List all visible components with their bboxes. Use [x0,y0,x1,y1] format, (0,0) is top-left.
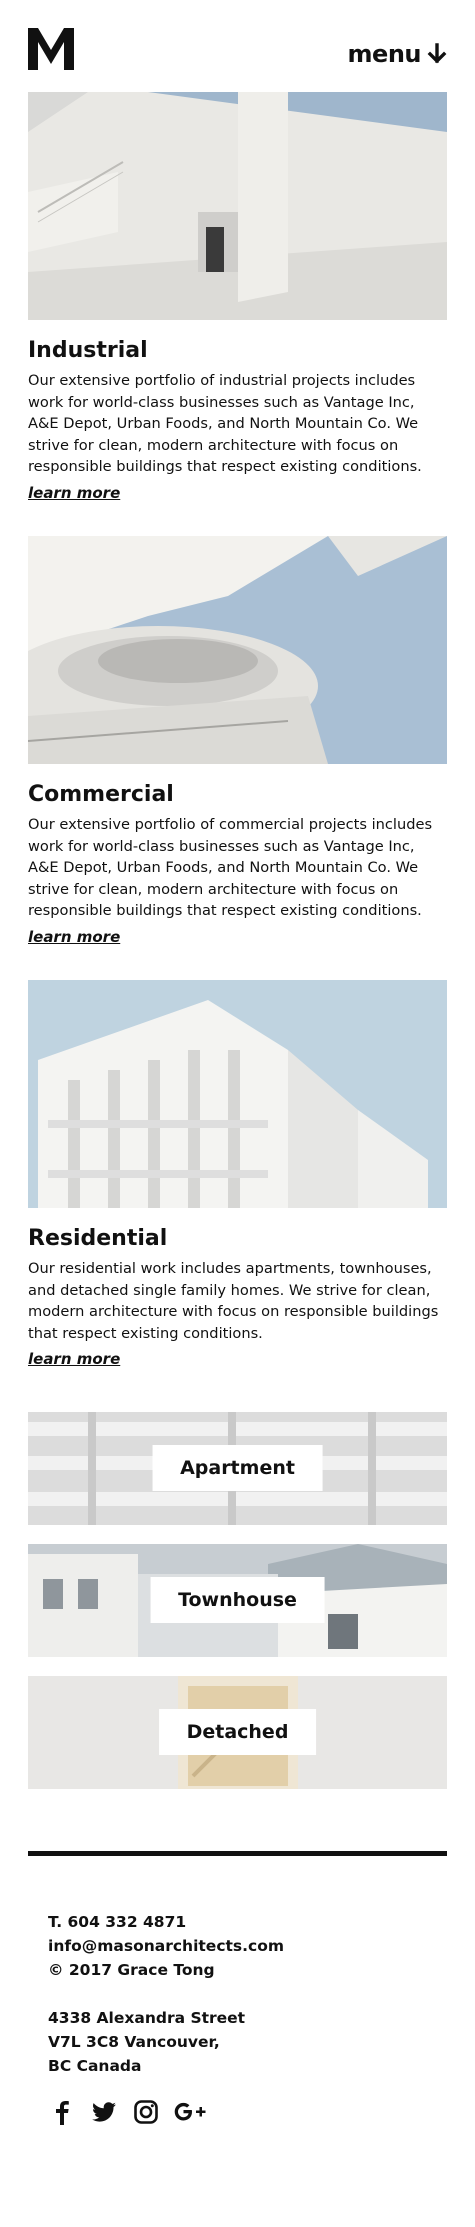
footer-phone[interactable]: T. 604 332 4871 [48,1910,428,1934]
twitter-icon[interactable] [90,2098,118,2126]
commercial-photo [28,536,447,764]
arrow-down-icon [427,43,447,64]
learn-more-link[interactable]: learn more [28,928,120,946]
footer-address-line: BC Canada [48,2057,142,2075]
project-title: Industrial [28,338,148,363]
learn-more-link[interactable]: learn more [28,1350,120,1368]
footer-address-line: 4338 Alexandra Street [48,2009,246,2027]
google-plus-icon[interactable] [174,2098,210,2126]
footer-email[interactable]: info@masonarchitects.com [48,1934,428,1958]
instagram-icon[interactable] [132,2098,160,2126]
residential-photo [28,980,447,1208]
project-residential: Residential Our residential work include… [28,980,447,1368]
project-description: Our extensive portfolio of industrial pr… [28,372,422,475]
project-title: Residential [28,1226,168,1251]
category-tile-detached[interactable]: Detached [28,1676,447,1789]
mason-logo-icon[interactable] [28,28,74,70]
facebook-icon[interactable] [48,2098,76,2126]
project-industrial: Industrial Our extensive portfolio of in… [28,92,447,502]
footer-address-line: V7L 3C8 Vancouver, [48,2033,220,2051]
footer-copyright: © 2017 Grace Tong [48,1961,215,1979]
social-links [48,2098,210,2126]
category-label: Detached [158,1709,317,1755]
category-tile-apartment[interactable]: Apartment [28,1412,447,1525]
category-tile-townhouse[interactable]: Townhouse [28,1544,447,1657]
industrial-photo [28,92,447,320]
project-description: Our extensive portfolio of commercial pr… [28,816,433,919]
project-commercial: Commercial Our extensive portfolio of co… [28,536,447,946]
site-header: menu [28,28,447,70]
menu-button[interactable]: menu [348,40,447,68]
project-title: Commercial [28,782,174,807]
category-label: Apartment [152,1445,323,1491]
footer-divider [28,1851,447,1856]
category-label: Townhouse [150,1577,325,1623]
learn-more-link[interactable]: learn more [28,484,120,502]
menu-label: menu [347,40,422,68]
project-description: Our residential work includes apartments… [28,1260,439,1342]
site-footer: T. 604 332 4871 info@masonarchitects.com… [48,1910,428,2078]
